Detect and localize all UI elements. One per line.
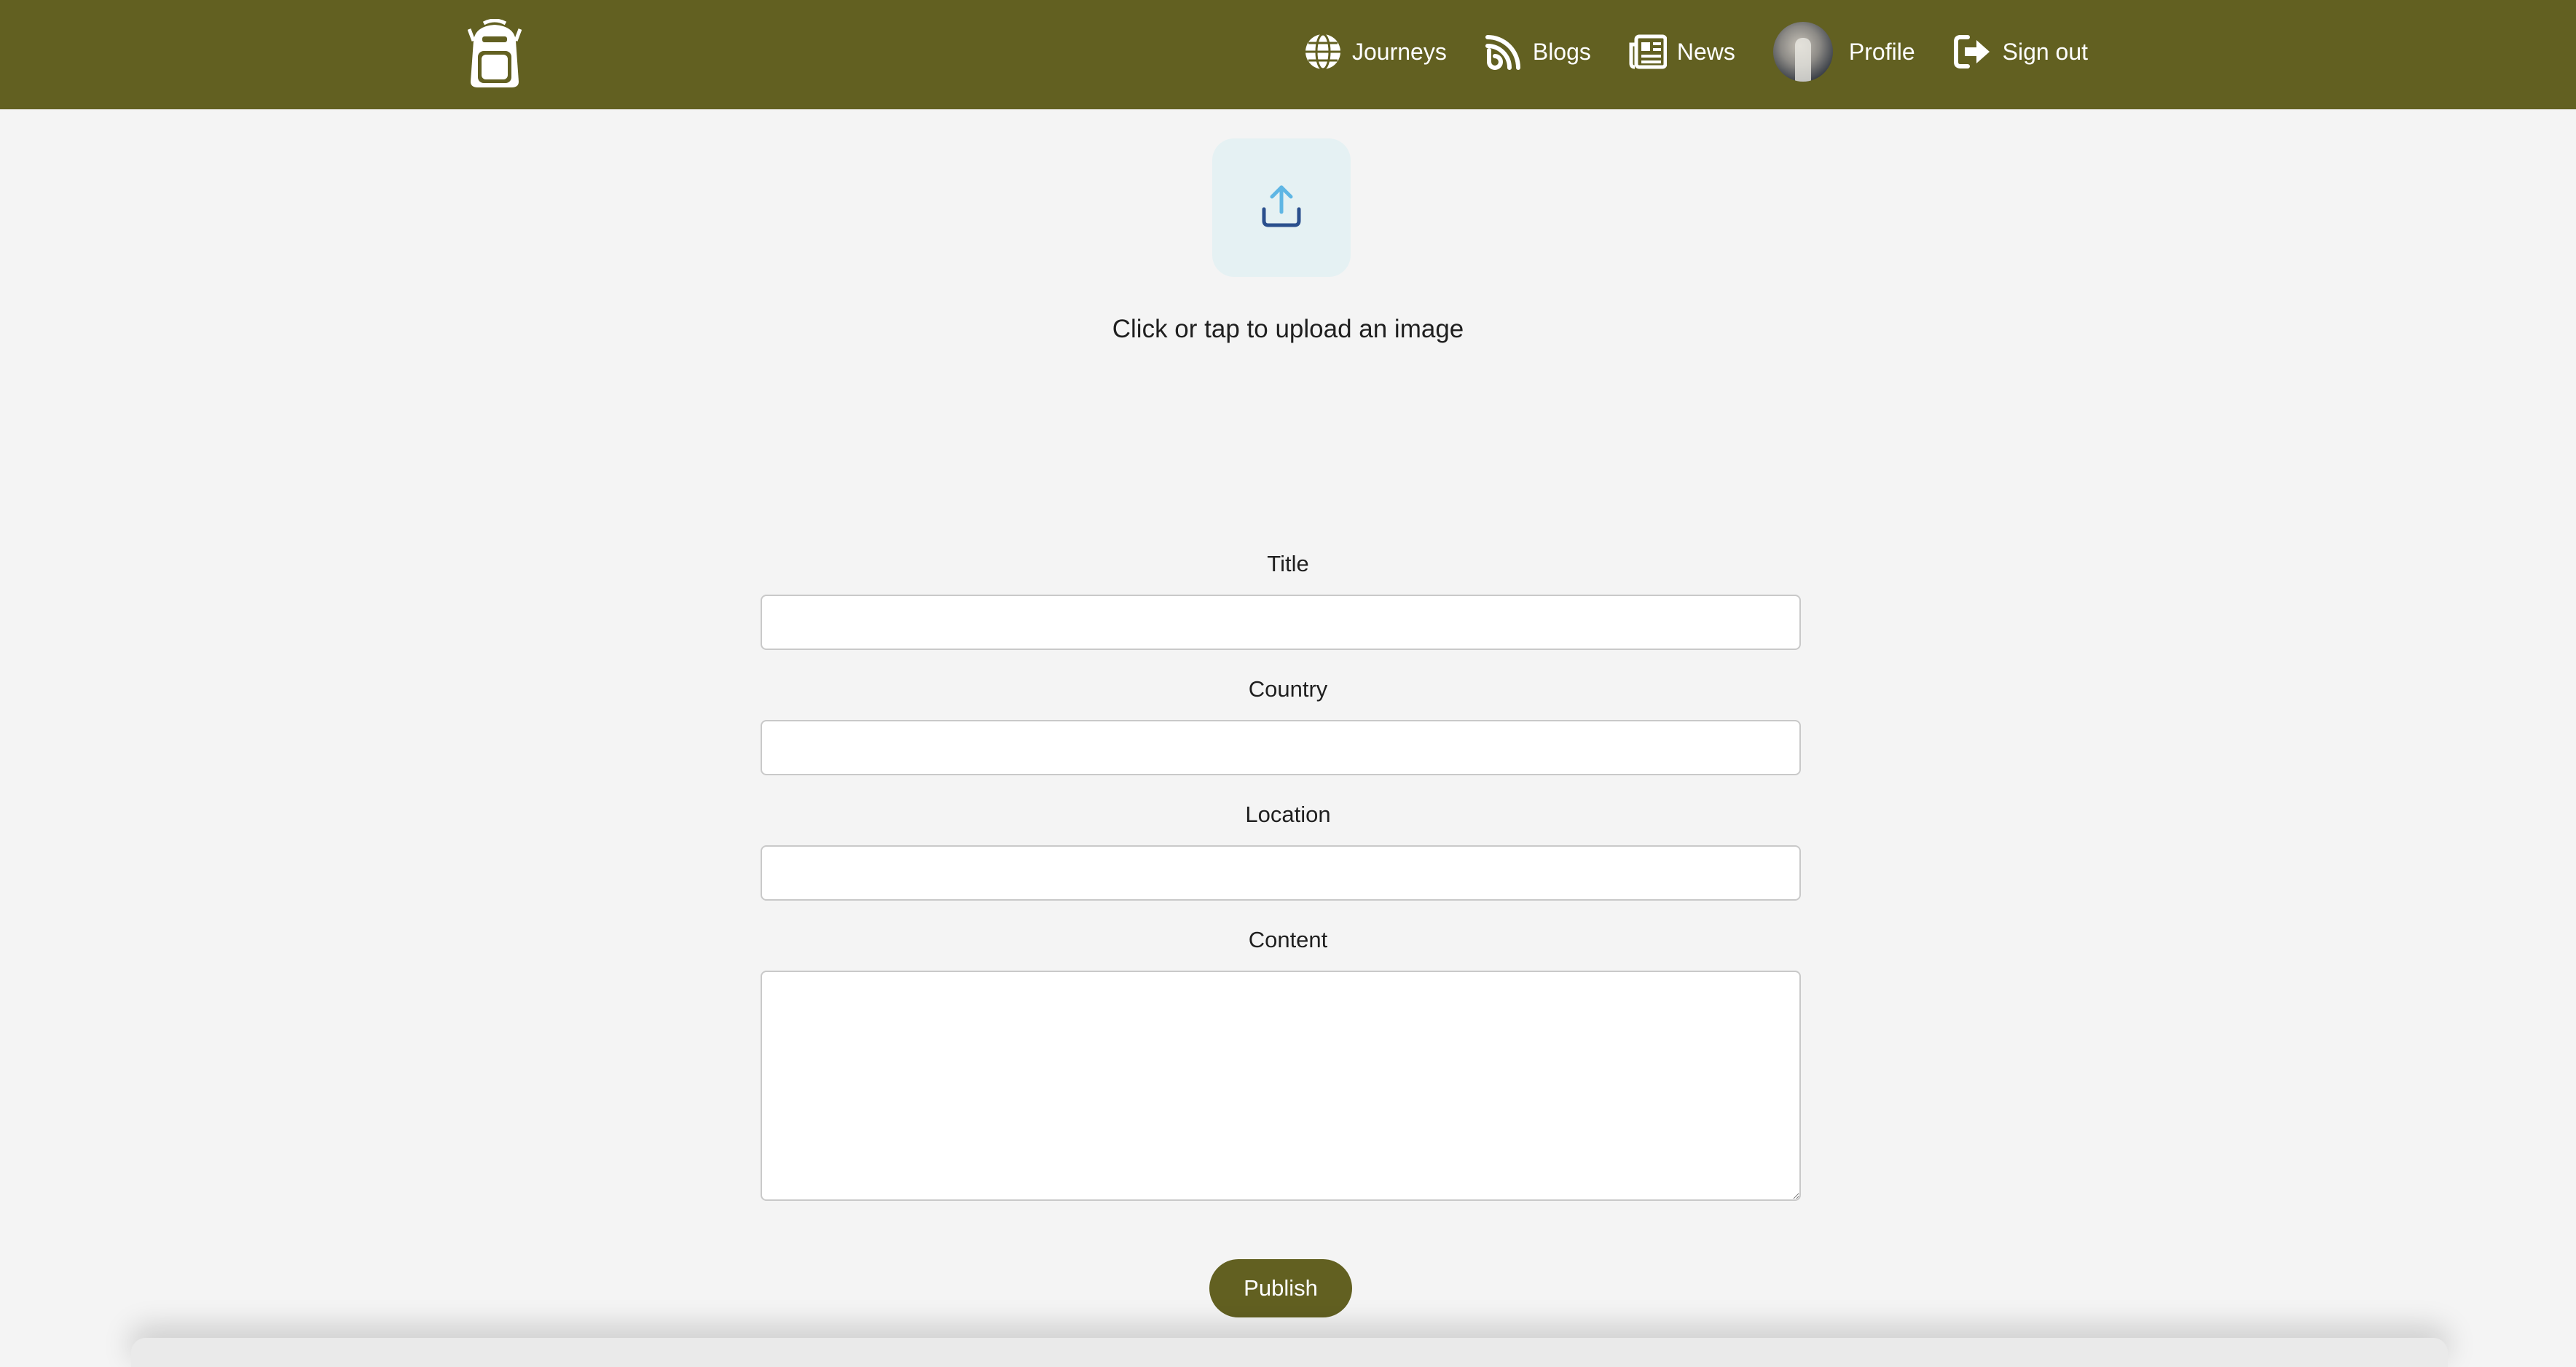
title-input[interactable] xyxy=(761,595,1801,650)
location-label: Location xyxy=(1245,802,1331,827)
newspaper-icon xyxy=(1629,34,1667,69)
nav-menu: Journeys Blogs News Profile Sign out xyxy=(1304,0,2088,103)
nav-item-news-label: News xyxy=(1676,38,1735,65)
footer-edge xyxy=(131,1338,2448,1367)
title-label: Title xyxy=(1267,551,1309,576)
image-upload-dropzone[interactable] xyxy=(1212,138,1351,277)
nav-item-sign-out[interactable]: Sign out xyxy=(1953,34,2088,69)
nav-item-journeys[interactable]: Journeys xyxy=(1304,33,1447,71)
blog-icon xyxy=(1485,33,1523,71)
backpack-icon[interactable] xyxy=(467,18,522,89)
upload-icon xyxy=(1260,183,1303,233)
nav-item-profile-label: Profile xyxy=(1848,38,1915,65)
nav-item-news[interactable]: News xyxy=(1629,34,1735,69)
country-input[interactable] xyxy=(761,720,1801,775)
globe-icon xyxy=(1304,33,1342,71)
nav-item-profile[interactable]: Profile xyxy=(1772,22,1915,82)
location-input[interactable] xyxy=(761,845,1801,901)
avatar xyxy=(1772,22,1833,82)
nav-item-journeys-label: Journeys xyxy=(1352,38,1447,65)
nav-item-blogs[interactable]: Blogs xyxy=(1485,33,1591,71)
content-label: Content xyxy=(1248,927,1328,952)
nav-item-sign-out-label: Sign out xyxy=(2002,38,2089,65)
nav-item-blogs-label: Blogs xyxy=(1532,38,1591,65)
top-navbar: Journeys Blogs News Profile Sign out xyxy=(0,0,2576,109)
upload-instruction-text: Click or tap to upload an image xyxy=(1112,315,1464,343)
publish-button[interactable]: Publish xyxy=(1209,1259,1352,1317)
content-textarea[interactable] xyxy=(761,971,1801,1201)
sign-out-icon xyxy=(1953,34,1992,69)
country-label: Country xyxy=(1248,676,1328,702)
